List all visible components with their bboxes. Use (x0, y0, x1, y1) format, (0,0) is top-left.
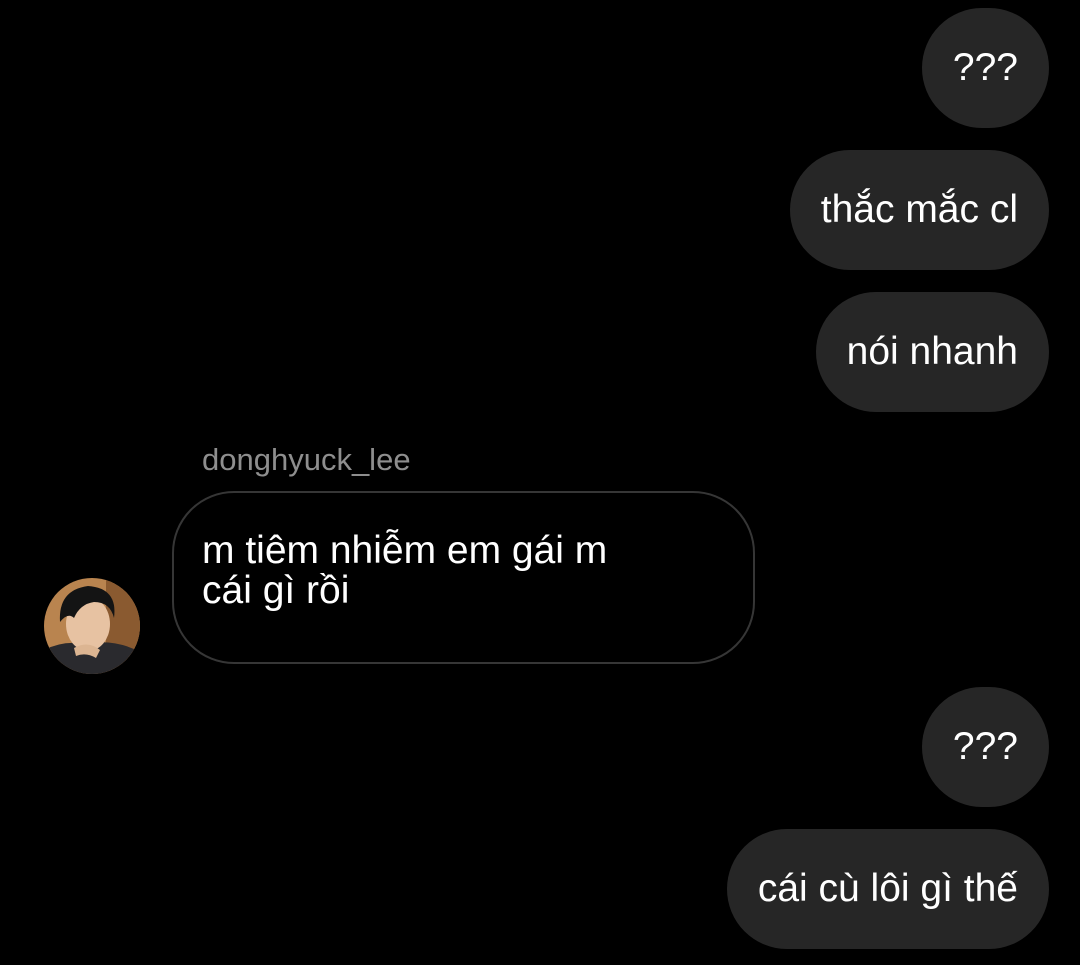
message-text: thắc mắc cl (820, 188, 1018, 231)
message-text: ??? (952, 46, 1018, 89)
outgoing-message[interactable]: nói nhanh (815, 292, 1049, 412)
sender-name: donghyuck_lee (202, 442, 411, 477)
message-text-line: m tiêm nhiễm em gái m (202, 529, 608, 572)
message-text: nói nhanh (846, 330, 1018, 373)
outgoing-message[interactable]: ??? (921, 687, 1049, 807)
avatar[interactable] (44, 578, 140, 674)
message-text: ??? (952, 725, 1018, 768)
incoming-message[interactable]: m tiêm nhiễm em gái m cái gì rồi (172, 491, 755, 664)
profile-photo-icon (44, 578, 140, 674)
outgoing-message[interactable]: thắc mắc cl (789, 150, 1049, 270)
message-text: cái cù lôi gì thế (757, 867, 1018, 910)
message-text-line: cái gì rồi (202, 569, 350, 612)
outgoing-message[interactable]: ??? (921, 8, 1049, 128)
outgoing-message[interactable]: cái cù lôi gì thế (726, 829, 1049, 949)
